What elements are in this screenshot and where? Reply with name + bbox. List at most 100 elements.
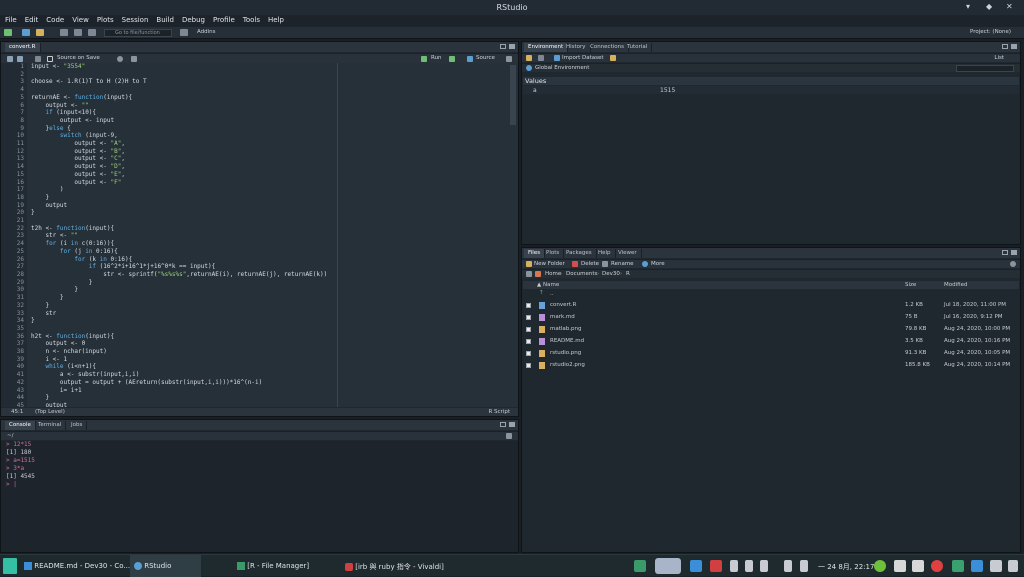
- code-line[interactable]: output: [31, 202, 327, 210]
- menu-debug[interactable]: Debug: [177, 15, 208, 24]
- run-icon[interactable]: [421, 56, 427, 62]
- file-row[interactable]: rstudio.png 91.3 KB Aug 24, 2020, 10:05 PM: [523, 348, 1019, 359]
- menu-plots[interactable]: Plots: [92, 15, 117, 24]
- code-line[interactable]: output <- input: [31, 117, 327, 125]
- code-line[interactable]: }: [31, 394, 327, 402]
- load-workspace-icon[interactable]: [526, 55, 532, 61]
- minimize-icon[interactable]: ▾: [966, 2, 970, 11]
- tab-console[interactable]: Console: [5, 421, 36, 430]
- import-dataset-button[interactable]: Import Dataset: [562, 55, 604, 61]
- code-line[interactable]: [31, 325, 327, 333]
- code-line[interactable]: }: [31, 317, 327, 325]
- code-line[interactable]: }: [31, 279, 327, 287]
- tab-convert-r[interactable]: convert.R: [5, 43, 41, 52]
- task-vscode[interactable]: README.md - Dev30 - Co...: [24, 555, 130, 577]
- file-checkbox[interactable]: [526, 339, 531, 344]
- run-button[interactable]: Run: [431, 55, 442, 61]
- goto-file-input[interactable]: Go to file/function: [104, 29, 172, 37]
- code-line[interactable]: t2h <- function(input){: [31, 225, 327, 233]
- env-variable-row[interactable]: a 1515: [523, 86, 1019, 94]
- code-text[interactable]: input <- "3554" choose <- 1.R(1)T to H (…: [31, 63, 327, 407]
- file-row[interactable]: convert.R 1.2 KB Jul 18, 2020, 11:00 PM: [523, 300, 1019, 311]
- minimize-env-icon[interactable]: [1002, 44, 1008, 49]
- code-line[interactable]: }: [31, 294, 327, 302]
- print-icon[interactable]: [88, 29, 96, 36]
- code-line[interactable]: }else {: [31, 125, 327, 133]
- forward-icon[interactable]: [17, 56, 23, 62]
- new-project-icon[interactable]: [22, 29, 30, 36]
- tray-update-icon[interactable]: [874, 560, 886, 572]
- col-name[interactable]: Name: [543, 282, 559, 288]
- save-all-icon[interactable]: [74, 29, 82, 36]
- refresh-icon[interactable]: [1010, 261, 1016, 267]
- col-size[interactable]: Size: [905, 282, 916, 288]
- parent-dir-row[interactable]: ↑ ..: [523, 289, 1019, 300]
- home-icon[interactable]: [535, 271, 541, 277]
- menu-tools[interactable]: Tools: [238, 15, 263, 24]
- file-checkbox[interactable]: [526, 351, 531, 356]
- code-line[interactable]: }: [31, 194, 327, 202]
- file-checkbox[interactable]: [526, 327, 531, 332]
- env-search-input[interactable]: [956, 65, 1014, 72]
- tray-rstudio-icon[interactable]: [655, 558, 681, 574]
- tray-volume-icon[interactable]: [800, 560, 808, 572]
- parent-dir-link[interactable]: ..: [550, 291, 554, 297]
- code-line[interactable]: str: [31, 310, 327, 318]
- tab-viewer[interactable]: Viewer: [614, 249, 642, 258]
- delete-button[interactable]: Delete: [581, 261, 599, 267]
- task-vivaldi[interactable]: [irb 與 ruby 指令 - Vivaldi]: [345, 555, 444, 577]
- global-environment-dropdown[interactable]: Global Environment: [535, 65, 589, 71]
- file-checkbox[interactable]: [526, 363, 531, 368]
- code-line[interactable]: }: [31, 209, 327, 217]
- code-line[interactable]: output = output + (AEreturn(substr(input…: [31, 379, 327, 387]
- breadcrumb-home[interactable]: Home: [545, 271, 561, 277]
- code-line[interactable]: [31, 86, 327, 94]
- minimize-files-icon[interactable]: [1002, 250, 1008, 255]
- code-line[interactable]: for (j in 0:16){: [31, 248, 327, 256]
- code-line[interactable]: returnAE <- function(input){: [31, 94, 327, 102]
- rerun-icon[interactable]: [449, 56, 455, 62]
- code-line[interactable]: output <- 0: [31, 340, 327, 348]
- save-workspace-icon[interactable]: [538, 55, 544, 61]
- wand-icon[interactable]: [131, 56, 137, 62]
- source-on-save-checkbox[interactable]: [47, 56, 53, 62]
- menu-edit[interactable]: Edit: [20, 15, 42, 24]
- minimize-pane-icon[interactable]: [500, 44, 506, 49]
- code-line[interactable]: n <- nchar(input): [31, 348, 327, 356]
- delete-icon[interactable]: [572, 261, 578, 267]
- menu-view[interactable]: View: [67, 15, 92, 24]
- maximize-env-icon[interactable]: [1011, 44, 1017, 49]
- file-checkbox[interactable]: [526, 303, 531, 308]
- select-all-checkbox-icon[interactable]: [526, 271, 532, 277]
- code-line[interactable]: a <- substr(input,i,i): [31, 371, 327, 379]
- task-file-manager[interactable]: [R - File Manager]: [237, 555, 309, 577]
- code-line[interactable]: i= i+1: [31, 387, 327, 395]
- code-line[interactable]: i <- 1: [31, 356, 327, 364]
- tray-vscode-icon[interactable]: [690, 560, 702, 572]
- code-line[interactable]: }: [31, 286, 327, 294]
- file-name[interactable]: convert.R: [550, 302, 577, 308]
- code-line[interactable]: str <- "": [31, 232, 327, 240]
- addins-menu[interactable]: Addins: [197, 29, 216, 35]
- source-icon[interactable]: [467, 56, 473, 62]
- breadcrumb-dev30[interactable]: Dev30: [602, 271, 620, 277]
- code-editor[interactable]: 1 2 3 4 5 6 7 8 9 10 11 12 13 14 15 16 17 18 19 20 21 22 23 24 2…: [1, 63, 518, 407]
- tray-vivaldi-app-icon[interactable]: [931, 560, 943, 572]
- back-icon[interactable]: [7, 56, 13, 62]
- code-line[interactable]: switch (input-9,: [31, 132, 327, 140]
- file-name[interactable]: matlab.png: [550, 326, 582, 332]
- tray-terminal-icon[interactable]: [990, 560, 1002, 572]
- file-row[interactable]: matlab.png 79.8 KB Aug 24, 2020, 10:00 PM: [523, 324, 1019, 335]
- file-name[interactable]: mark.md: [550, 314, 575, 320]
- tray-mute-icon[interactable]: [784, 560, 792, 572]
- code-line[interactable]: output <- "E",: [31, 171, 327, 179]
- tray-battery-icon[interactable]: [760, 560, 768, 572]
- file-row[interactable]: mark.md 75 B Jul 16, 2020, 9:12 PM: [523, 312, 1019, 323]
- tray-wifi-icon[interactable]: [894, 560, 906, 572]
- tab-terminal[interactable]: Terminal: [34, 421, 67, 430]
- save-icon[interactable]: [60, 29, 68, 36]
- code-line[interactable]: [31, 71, 327, 79]
- code-line[interactable]: for (k in 0:16){: [31, 256, 327, 264]
- maximize-icon[interactable]: ◆: [986, 2, 992, 11]
- clock[interactable]: 一 24 8月, 22:17: [818, 562, 874, 572]
